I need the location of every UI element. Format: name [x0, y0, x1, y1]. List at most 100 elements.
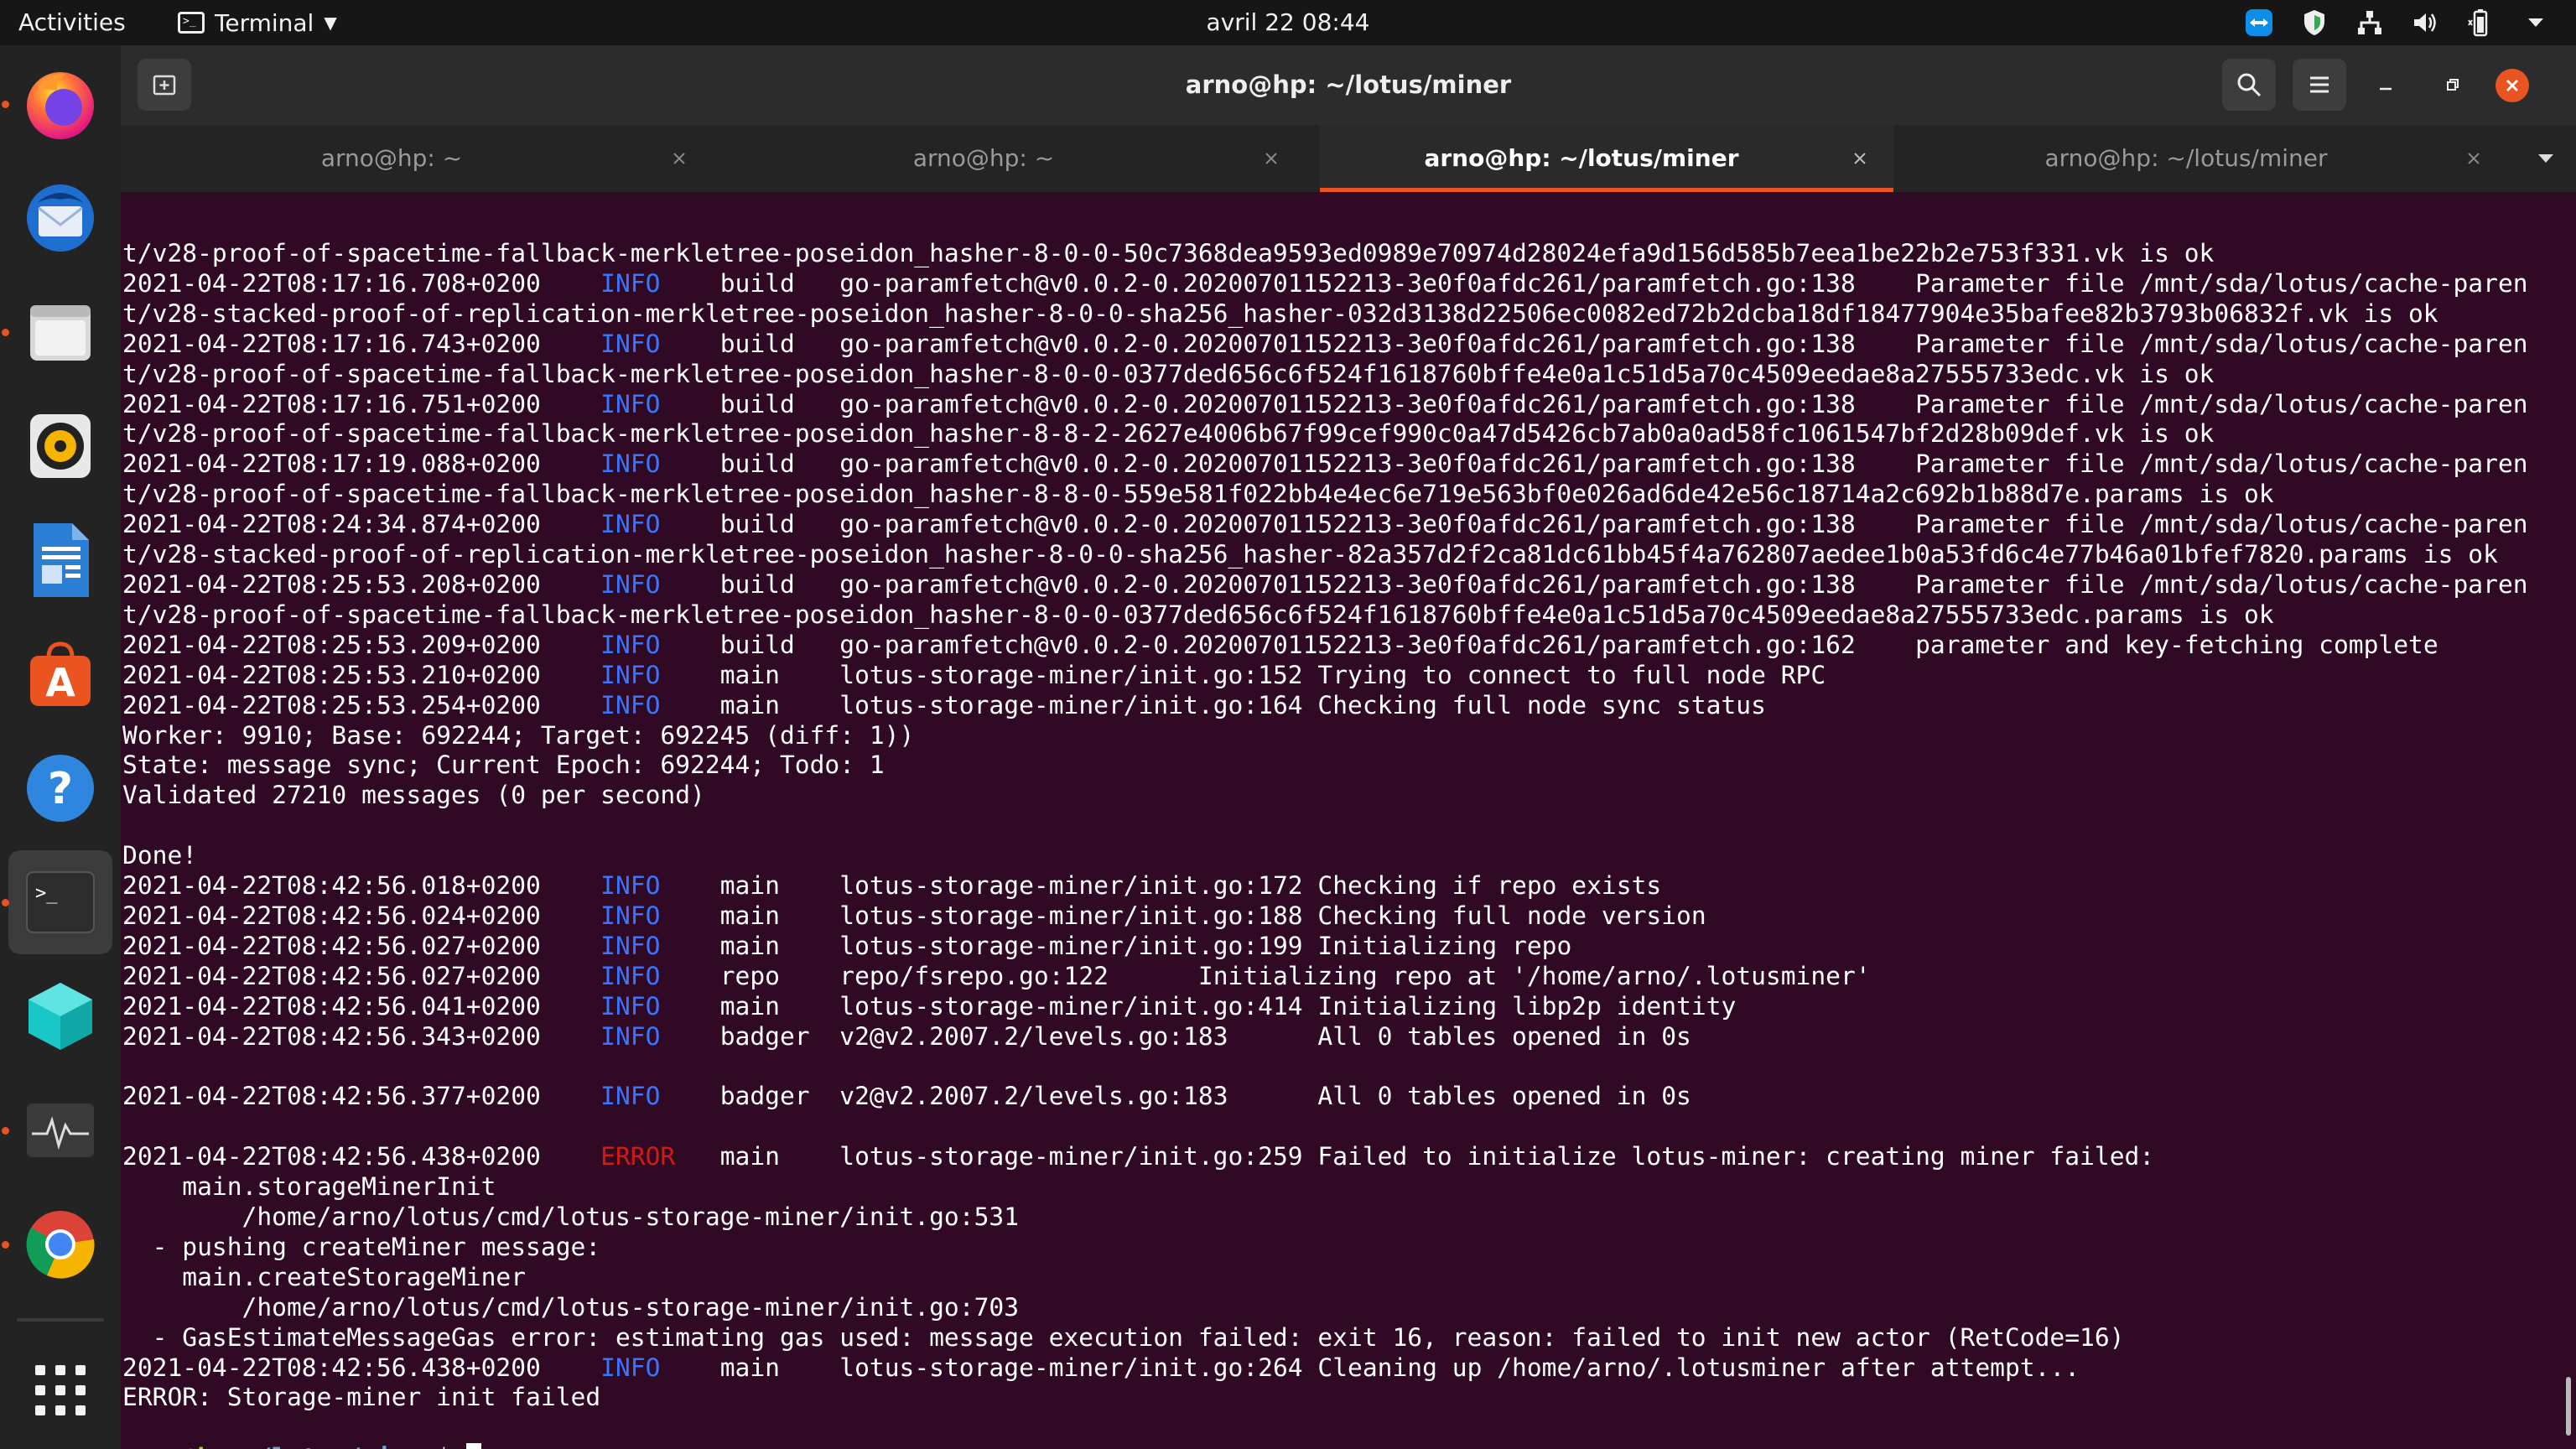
terminal-line: 2021-04-22T08:17:16.751+0200 INFO build … — [122, 390, 2559, 420]
dock-3d-cube-app[interactable] — [8, 964, 112, 1068]
terminal-line: - pushing createMiner message: — [122, 1233, 2559, 1263]
tab-close-button[interactable] — [2460, 145, 2487, 172]
close-icon — [673, 153, 685, 164]
log-timestamp: 2021-04-22T08:24:34.874+0200 — [122, 510, 541, 539]
terminal-line: 2021-04-22T08:42:56.343+0200 INFO badger… — [122, 1022, 2559, 1052]
teamviewer-icon[interactable] — [2244, 8, 2274, 38]
network-wired-icon[interactable] — [2355, 8, 2385, 38]
log-timestamp: 2021-04-22T08:17:16.743+0200 — [122, 329, 541, 358]
tab-1[interactable]: arno@hp: ~ — [121, 125, 713, 192]
dock-files[interactable] — [8, 280, 112, 384]
terminal-line: 2021-04-22T08:17:16.708+0200 INFO build … — [122, 269, 2559, 299]
terminal-window: arno@hp: ~/lotus/miner arno@hp: ~ arno@h… — [121, 45, 2576, 1449]
output-text: main.storageMinerInit — [122, 1172, 496, 1202]
terminal-line: 2021-04-22T08:42:56.024+0200 INFO main l… — [122, 901, 2559, 932]
battery-icon[interactable] — [2465, 8, 2496, 38]
help-icon: ? — [27, 755, 94, 822]
tab-2[interactable]: arno@hp: ~ — [713, 125, 1305, 192]
dock-libreoffice-writer[interactable] — [8, 508, 112, 612]
terminal-line: 2021-04-22T08:42:56.027+0200 INFO repo r… — [122, 962, 2559, 992]
log-timestamp: 2021-04-22T08:17:19.088+0200 — [122, 449, 541, 479]
log-level: INFO — [600, 961, 661, 990]
log-module: main — [719, 931, 810, 960]
log-module: main — [719, 1353, 810, 1382]
dock-firefox[interactable] — [8, 52, 112, 156]
tab-list-dropdown-button[interactable] — [2532, 145, 2559, 172]
top-bar: Activities >_ Terminal ▼ avril 22 08:44 — [0, 0, 2576, 45]
terminal-line: 2021-04-22T08:25:53.208+0200 INFO build … — [122, 570, 2559, 600]
terminal-line — [122, 1052, 2559, 1082]
terminal-line: main.storageMinerInit — [122, 1172, 2559, 1202]
volume-icon[interactable] — [2410, 8, 2440, 38]
tab-close-button[interactable] — [1846, 145, 1873, 172]
log-module: build — [719, 268, 810, 298]
app-menu[interactable]: >_ Terminal ▼ — [178, 0, 337, 45]
dock-chrome[interactable] — [8, 1192, 112, 1296]
minimize-button[interactable] — [2370, 69, 2402, 101]
tab-close-button[interactable] — [666, 145, 693, 172]
log-timestamp: 2021-04-22T08:25:53.209+0200 — [122, 630, 541, 659]
terminal-line: - GasEstimateMessageGas error: estimatin… — [122, 1323, 2559, 1353]
tab-3-active[interactable]: arno@hp: ~/lotus/miner — [1320, 125, 1893, 192]
close-window-button[interactable] — [2496, 69, 2529, 102]
log-message: go-paramfetch@v0.0.2-0.20200701152213-3e… — [839, 268, 2528, 298]
dock-rhythmbox[interactable] — [8, 394, 112, 498]
system-menu-chevron-icon[interactable] — [2521, 8, 2551, 38]
search-icon — [2237, 73, 2262, 97]
log-timestamp: 2021-04-22T08:25:53.254+0200 — [122, 690, 541, 719]
svg-text:>_: >_ — [35, 883, 58, 904]
terminal-line: State: message sync; Current Epoch: 6922… — [122, 750, 2559, 781]
tab-4[interactable]: arno@hp: ~/lotus/miner — [1915, 125, 2507, 192]
output-text: t/v28-proof-of-spacetime-fallback-merkle… — [122, 600, 2274, 629]
output-text: State: message sync; Current Epoch: 6922… — [122, 750, 885, 780]
dock-system-monitor[interactable] — [8, 1078, 112, 1182]
activities-button[interactable]: Activities — [18, 0, 126, 45]
scrollbar[interactable] — [2566, 1377, 2571, 1436]
terminal-line: 2021-04-22T08:17:19.088+0200 INFO build … — [122, 449, 2559, 480]
close-icon — [2468, 153, 2480, 164]
log-message: go-paramfetch@v0.0.2-0.20200701152213-3e… — [839, 329, 2528, 358]
chevron-down-icon — [2538, 154, 2553, 163]
dock-thunderbird[interactable] — [8, 166, 112, 270]
show-applications-button[interactable] — [8, 1338, 112, 1442]
system-tray[interactable] — [2244, 0, 2551, 45]
dock-ubuntu-software[interactable]: A — [8, 622, 112, 726]
log-module: badger — [719, 1021, 810, 1051]
output-text: - pushing createMiner message: — [122, 1232, 601, 1261]
terminal-output[interactable]: t/v28-proof-of-spacetime-fallback-merkle… — [121, 192, 2559, 1449]
log-level: INFO — [600, 871, 661, 901]
log-timestamp: 2021-04-22T08:25:53.210+0200 — [122, 660, 541, 689]
prompt-path: ~/lotus/miner — [242, 1443, 437, 1449]
close-icon — [1265, 153, 1277, 164]
dock-help[interactable]: ? — [8, 736, 112, 840]
dock-terminal[interactable]: >_ — [8, 850, 112, 954]
log-message: lotus-storage-miner/init.go:164 Checking… — [839, 690, 1766, 719]
log-message: go-paramfetch@v0.0.2-0.20200701152213-3e… — [839, 449, 2528, 479]
svg-text:A: A — [45, 660, 75, 705]
new-tab-button[interactable] — [138, 59, 191, 111]
dock: A ? >_ — [0, 45, 121, 1449]
log-module: build — [719, 329, 810, 358]
clock[interactable]: avril 22 08:44 — [0, 0, 2576, 45]
log-level: INFO — [600, 690, 661, 719]
terminal-line: t/v28-proof-of-spacetime-fallback-merkle… — [122, 480, 2559, 510]
log-level: INFO — [600, 630, 661, 659]
header-bar[interactable]: arno@hp: ~/lotus/miner — [121, 45, 2576, 125]
tab-close-button[interactable] — [1258, 145, 1285, 172]
tab-label: arno@hp: ~ — [320, 144, 463, 172]
terminal-line: Validated 27210 messages (0 per second) — [122, 781, 2559, 811]
log-level: INFO — [600, 931, 661, 960]
shield-icon[interactable] — [2299, 8, 2329, 38]
log-module: main — [719, 871, 810, 901]
shell-prompt[interactable]: arno@hp:~/lotus/miner$ — [122, 1443, 2559, 1449]
maximize-button[interactable] — [2437, 69, 2469, 101]
firefox-icon — [27, 72, 94, 139]
log-message: lotus-storage-miner/init.go:259 Failed t… — [839, 1142, 2155, 1171]
chrome-icon — [26, 1211, 95, 1279]
search-button[interactable] — [2222, 59, 2276, 111]
log-message: v2@v2.2007.2/levels.go:183 All 0 tables … — [839, 1082, 1691, 1111]
output-text: t/v28-proof-of-spacetime-fallback-merkle… — [122, 419, 2215, 449]
menu-button[interactable] — [2293, 59, 2346, 111]
terminal-line: 2021-04-22T08:17:16.743+0200 INFO build … — [122, 330, 2559, 360]
